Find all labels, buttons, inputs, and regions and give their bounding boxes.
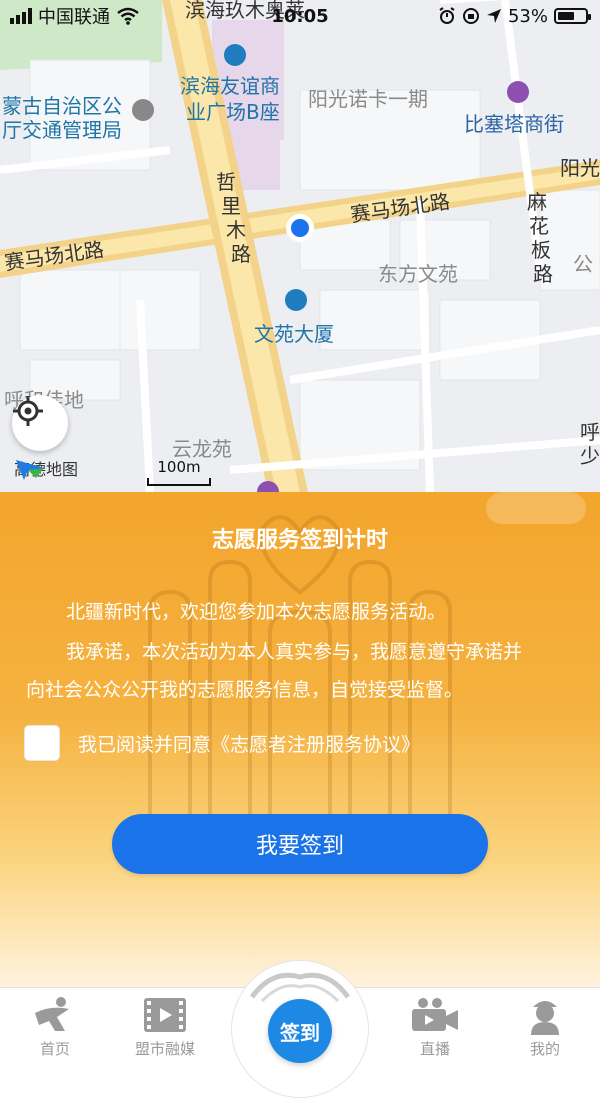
locate-button[interactable] bbox=[12, 395, 68, 451]
map-label-yangguang-right: 阳光 bbox=[560, 156, 600, 180]
map-label-bisaita: 比塞塔商街 bbox=[464, 112, 564, 136]
map-label-wenyuan: 文苑大厦 bbox=[254, 322, 334, 346]
tab-media-label: 盟市融媒 bbox=[134, 1040, 195, 1058]
wifi-icon bbox=[117, 7, 139, 25]
amap-logo: 高德地图 bbox=[14, 456, 78, 480]
map-scale-text: 100m bbox=[157, 458, 201, 476]
signal-icon bbox=[10, 8, 32, 24]
map-scale-bar bbox=[147, 478, 211, 486]
tab-home-label: 首页 bbox=[39, 1040, 70, 1058]
status-bar: 中国联通 10:05 53% bbox=[0, 0, 600, 32]
video-camera-icon bbox=[412, 998, 458, 1031]
alarm-icon bbox=[439, 7, 455, 24]
location-arrow-icon bbox=[486, 9, 501, 23]
carrier-name: 中国联通 bbox=[38, 7, 110, 28]
profile-icon bbox=[531, 1001, 559, 1035]
map-label-zhelimu-4: 路 bbox=[231, 242, 251, 266]
locate-icon bbox=[13, 396, 43, 426]
battery-icon bbox=[554, 8, 591, 24]
tab-checkin-button[interactable]: 签到 bbox=[268, 999, 332, 1063]
tab-home[interactable]: 首页 bbox=[15, 992, 95, 1059]
map-label-yangguang-nuoka: 阳光诺卡一期 bbox=[308, 87, 428, 111]
status-time: 10:05 bbox=[271, 5, 329, 27]
map-label-mengu-2: 厅交通管理局 bbox=[2, 118, 122, 142]
amap-logo-icon bbox=[16, 460, 44, 480]
tab-live-label: 直播 bbox=[419, 1040, 450, 1058]
tab-mine-label: 我的 bbox=[529, 1040, 560, 1058]
panel-title: 志愿服务签到计时 bbox=[211, 528, 388, 553]
map-label-dongfang: 东方文苑 bbox=[378, 262, 458, 286]
agreement-checkbox[interactable] bbox=[24, 725, 60, 761]
agreement-row[interactable]: 我已阅读并同意《志愿者注册服务协议》 bbox=[24, 725, 420, 761]
pledge-text-line2: 向社会公众公开我的志愿服务信息，自觉接受监督。 bbox=[26, 679, 464, 701]
battery-percent: 53% bbox=[507, 5, 548, 27]
map-label-mahua-4: 路 bbox=[533, 262, 553, 286]
map-scale: 100m bbox=[147, 458, 211, 486]
map-label-hu-2: 少 bbox=[580, 444, 600, 468]
map-label-binhai-youyi-2: 业广场B座 bbox=[186, 100, 280, 124]
signin-panel: 志愿服务签到计时 北疆新时代，欢迎您参加本次志愿服务活动。 我承诺，本次活动为本… bbox=[0, 492, 600, 987]
tab-mine[interactable]: 我的 bbox=[505, 992, 585, 1059]
tab-live[interactable]: 直播 bbox=[395, 992, 475, 1059]
agreement-label[interactable]: 我已阅读并同意《志愿者注册服务协议》 bbox=[78, 730, 420, 757]
checkin-button[interactable]: 我要签到 bbox=[112, 814, 488, 874]
decorative-pill bbox=[486, 492, 586, 524]
orientation-lock-icon bbox=[462, 8, 479, 24]
map-view[interactable]: 滨海玖木奥莱 滨海友谊商 业广场B座 阳光诺卡一期 比塞塔商街 蒙古自治区公 厅… bbox=[0, 0, 600, 492]
tab-media[interactable]: 盟市融媒 bbox=[125, 992, 205, 1059]
map-label-binhai-youyi: 滨海友谊商 bbox=[180, 74, 280, 98]
map-label-gong: 公 bbox=[573, 252, 593, 276]
film-icon bbox=[144, 998, 186, 1032]
pledge-text-line1: 我承诺，本次活动为本人真实参与，我愿意遵守承诺并 bbox=[66, 641, 523, 663]
home-runner-icon bbox=[35, 997, 69, 1031]
intro-text: 北疆新时代，欢迎您参加本次志愿服务活动。 bbox=[66, 601, 447, 623]
